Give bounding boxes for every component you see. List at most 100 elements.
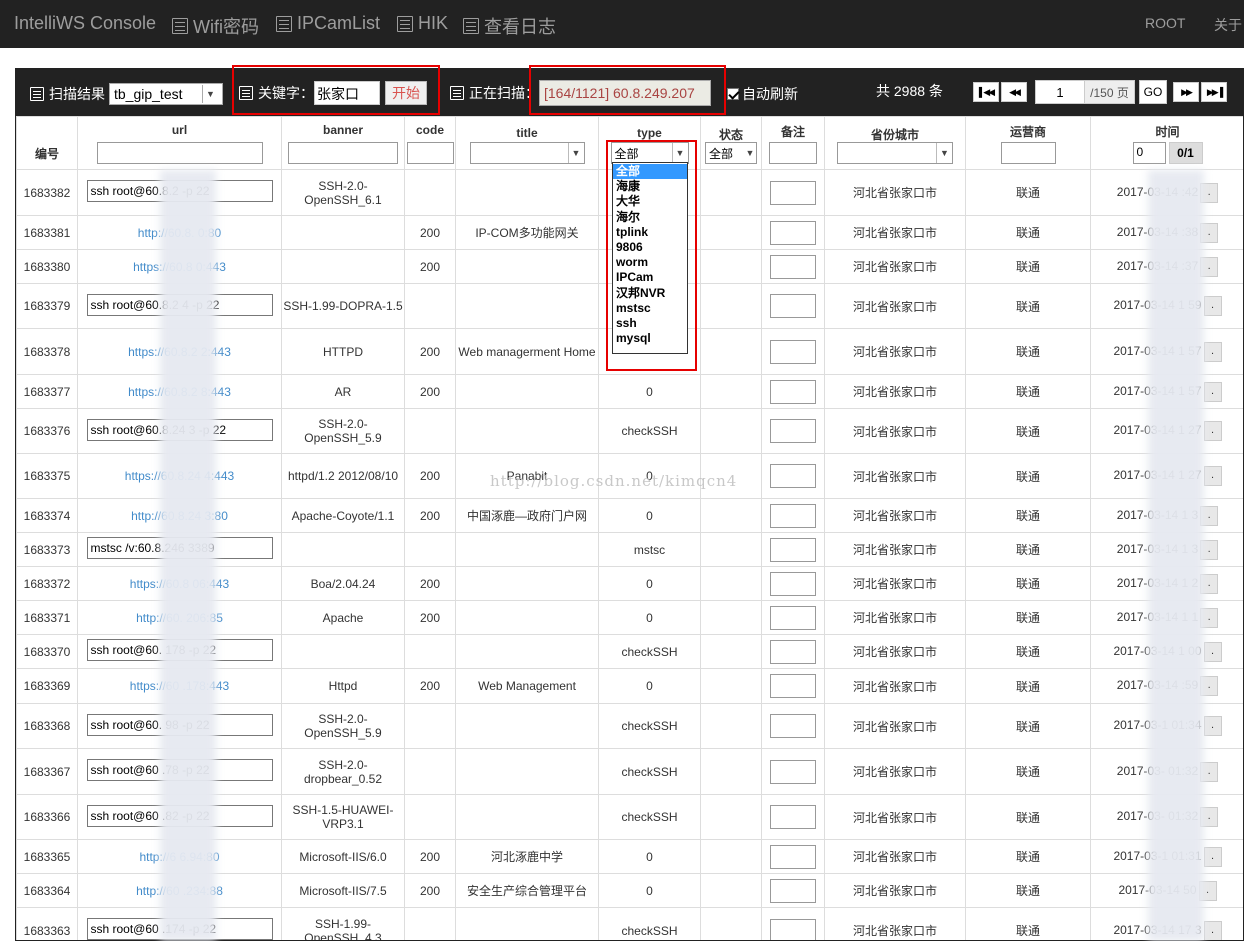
nav-item-hik[interactable]: HIK bbox=[397, 13, 448, 34]
time-action-button[interactable]: . bbox=[1203, 466, 1222, 486]
time-action-button[interactable]: . bbox=[1203, 341, 1222, 362]
time-action-button[interactable]: . bbox=[1198, 880, 1217, 901]
note-input[interactable] bbox=[770, 639, 816, 664]
time-action-button[interactable]: . bbox=[1200, 807, 1219, 827]
type-option[interactable]: 海康 bbox=[613, 179, 687, 194]
nav-root-link[interactable]: ROOT bbox=[1145, 15, 1185, 31]
type-option[interactable]: 汉邦NVR bbox=[613, 286, 687, 301]
time-action-button[interactable]: . bbox=[1200, 539, 1219, 560]
type-option[interactable]: 海尔 bbox=[613, 210, 687, 225]
nav-item-ipcamlist[interactable]: IPCamList bbox=[276, 13, 380, 34]
nav-item-logs[interactable]: 查看日志 bbox=[463, 13, 556, 39]
type-option[interactable]: worm bbox=[613, 255, 687, 270]
url-link[interactable]: http://60.8.24 3:80 bbox=[131, 509, 228, 523]
title-filter-select[interactable]: ▼ bbox=[469, 142, 585, 164]
scan-result-select[interactable]: tb_gip_test ▼ bbox=[109, 83, 223, 105]
note-input[interactable] bbox=[770, 254, 816, 279]
url-link[interactable]: http://60.8. 0:80 bbox=[138, 226, 221, 240]
type-option[interactable]: 全部 bbox=[613, 164, 687, 180]
type-dropdown-list[interactable]: 全部 海康 大华 海尔 tplink 9806 worm IPCam 汉邦NVR mstsc ssh… bbox=[612, 162, 688, 354]
app-brand[interactable]: IntelliWS Console bbox=[14, 13, 156, 34]
url-link[interactable]: http://60. 206:85 bbox=[136, 611, 223, 625]
time-action-button[interactable]: . bbox=[1200, 505, 1219, 526]
time-action-button[interactable]: . bbox=[1203, 716, 1222, 736]
next-page-icon[interactable]: ▶▶ bbox=[1173, 82, 1199, 102]
type-option[interactable]: tplink bbox=[613, 225, 687, 240]
type-filter-select[interactable]: 全部 ▼ bbox=[610, 142, 689, 164]
page-number-input[interactable]: 1 bbox=[1035, 80, 1085, 104]
url-command-input[interactable]: ssh root@60 .78 -p 22 bbox=[86, 759, 273, 781]
first-page-icon[interactable]: ▌◀◀ bbox=[973, 82, 999, 102]
type-option[interactable]: mysql bbox=[613, 331, 687, 346]
note-input[interactable] bbox=[770, 503, 816, 528]
time-action-button[interactable]: . bbox=[1200, 607, 1219, 628]
url-command-input[interactable]: ssh root@60. 178 -p 22 bbox=[86, 639, 273, 661]
time-action-button[interactable]: . bbox=[1203, 381, 1222, 402]
url-command-input[interactable]: ssh root@60 .82 -p 22 bbox=[86, 804, 273, 827]
nav-about-link[interactable]: 关于 bbox=[1214, 15, 1242, 35]
note-input[interactable] bbox=[770, 339, 816, 364]
prev-page-icon[interactable]: ◀◀ bbox=[1001, 82, 1027, 102]
url-command-input[interactable]: ssh root@60 .174 -p 22 bbox=[86, 918, 273, 940]
note-input[interactable] bbox=[770, 537, 816, 562]
note-input[interactable] bbox=[770, 805, 816, 829]
url-command-input[interactable]: ssh root@60.8.24 3 -p 22 bbox=[86, 418, 273, 441]
type-option[interactable]: 9806 bbox=[613, 240, 687, 255]
url-command-input[interactable]: ssh root@60.8.2 4 -p 22 bbox=[86, 293, 273, 316]
checkbox-checked-icon[interactable] bbox=[727, 88, 739, 100]
time-action-button[interactable]: . bbox=[1200, 676, 1219, 696]
time-action-button[interactable]: . bbox=[1200, 573, 1219, 594]
go-button[interactable]: GO bbox=[1139, 80, 1167, 104]
url-filter-input[interactable] bbox=[96, 142, 263, 164]
last-page-icon[interactable]: ▶▶▐ bbox=[1201, 82, 1227, 102]
time-action-button[interactable]: . bbox=[1200, 256, 1219, 277]
url-link[interactable]: https://60.8.2 8:443 bbox=[128, 385, 231, 399]
note-input[interactable] bbox=[770, 759, 816, 784]
note-input[interactable] bbox=[770, 918, 816, 940]
url-command-input[interactable]: mstsc /v:60.8.246 3389 bbox=[86, 537, 273, 559]
note-input[interactable] bbox=[770, 294, 816, 318]
time-action-button[interactable]: . bbox=[1203, 846, 1222, 867]
note-input[interactable] bbox=[770, 220, 816, 245]
nav-item-wifi[interactable]: Wifi密码 bbox=[172, 13, 259, 39]
note-filter-input[interactable] bbox=[769, 142, 817, 164]
start-button[interactable]: 开始 bbox=[385, 81, 427, 105]
note-input[interactable] bbox=[770, 571, 816, 596]
region-filter-select[interactable]: ▼ bbox=[837, 142, 953, 164]
auto-refresh-toggle[interactable]: 自动刷新 bbox=[727, 84, 798, 104]
url-command-input[interactable]: ssh root@60. 98 -p 22 bbox=[86, 713, 273, 736]
note-input[interactable] bbox=[770, 605, 816, 630]
time-action-button[interactable]: . bbox=[1203, 641, 1222, 662]
url-link[interactable]: https://60.8 06:443 bbox=[130, 577, 229, 591]
note-input[interactable] bbox=[770, 464, 816, 488]
url-link[interactable]: https://60.8.2 2:443 bbox=[128, 345, 231, 359]
note-input[interactable] bbox=[770, 714, 816, 738]
note-input[interactable] bbox=[770, 674, 816, 698]
isp-filter-input[interactable] bbox=[1000, 142, 1056, 164]
time-action-button[interactable]: . bbox=[1200, 761, 1219, 782]
url-link[interactable]: http://60 .234:88 bbox=[136, 884, 223, 898]
note-input[interactable] bbox=[770, 379, 816, 404]
type-option[interactable]: 大华 bbox=[613, 194, 687, 209]
keyword-input[interactable]: 张家口 bbox=[314, 81, 380, 105]
time-action-button[interactable]: . bbox=[1203, 421, 1222, 441]
url-link[interactable]: http://6 6.94:80 bbox=[139, 850, 219, 864]
type-option[interactable]: mstsc bbox=[613, 301, 687, 316]
time-filter-input[interactable]: 0 bbox=[1132, 142, 1166, 164]
type-option[interactable]: ssh bbox=[613, 316, 687, 331]
note-input[interactable] bbox=[770, 180, 816, 205]
time-action-button[interactable]: . bbox=[1200, 222, 1219, 243]
type-option[interactable]: IPCam bbox=[613, 270, 687, 285]
url-command-input[interactable]: ssh root@60.8.2 -p 22 bbox=[86, 180, 273, 202]
note-input[interactable] bbox=[770, 878, 816, 903]
url-link[interactable]: https://60 .178:443 bbox=[130, 679, 229, 693]
time-filter-button[interactable]: 0/1 bbox=[1168, 142, 1203, 164]
time-action-button[interactable]: . bbox=[1203, 296, 1222, 316]
time-action-button[interactable]: . bbox=[1200, 182, 1219, 203]
status-filter-select[interactable]: 全部 ▼ bbox=[705, 142, 757, 164]
time-action-button[interactable]: . bbox=[1203, 920, 1222, 940]
note-input[interactable] bbox=[770, 419, 816, 443]
url-link[interactable]: https://60.8 0:443 bbox=[133, 260, 226, 274]
note-input[interactable] bbox=[770, 844, 816, 869]
code-filter-input[interactable] bbox=[406, 142, 454, 164]
